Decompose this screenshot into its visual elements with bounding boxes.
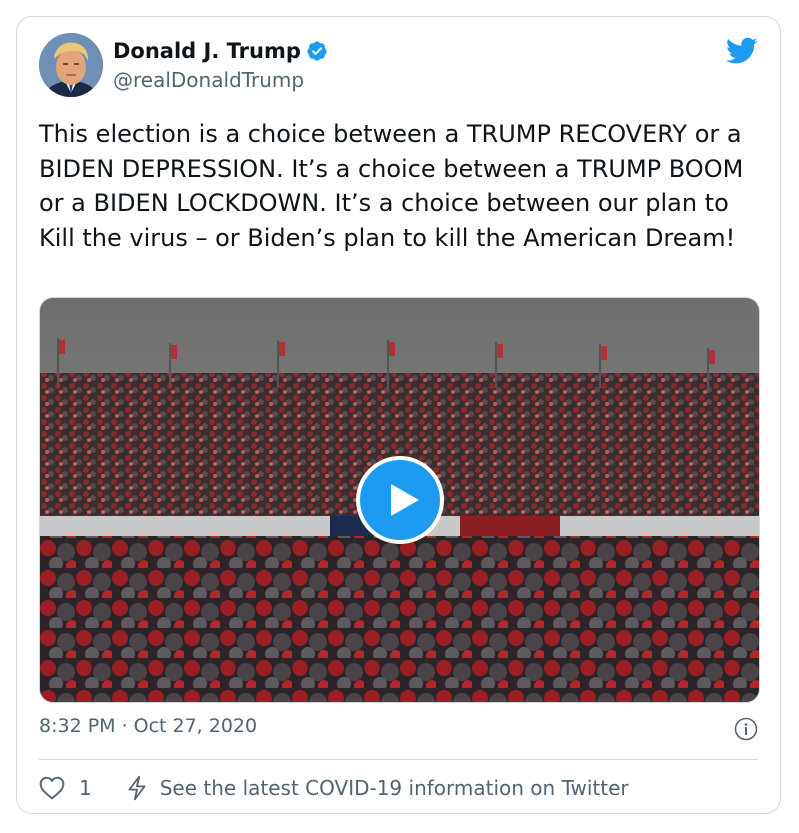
tweet-actions: 1 See the latest COVID-19 information on… [39,773,629,803]
tweet-time[interactable]: 8:32 PM [39,715,116,737]
heart-icon [39,776,65,800]
author-handle[interactable]: @realDonaldTrump [113,68,304,92]
twitter-bird-icon[interactable] [726,37,758,65]
display-name[interactable]: Donald J. Trump [113,39,301,63]
tweet-timestamp[interactable]: 8:32 PM · Oct 27, 2020 [39,715,257,737]
avatar[interactable] [39,33,103,97]
play-button[interactable] [355,456,444,544]
avatar-portrait [39,33,103,97]
info-icon[interactable] [734,717,758,741]
meta-separator: · [121,715,128,737]
covid-info-link[interactable]: See the latest COVID-19 information on T… [126,775,629,801]
tweet-date[interactable]: Oct 27, 2020 [134,715,258,737]
play-icon [390,484,419,516]
lightning-icon [128,775,146,801]
verified-badge-icon [307,41,327,61]
video-player[interactable] [39,297,760,703]
tweet-text: This election is a choice between a TRUM… [39,120,744,252]
divider [39,759,758,760]
like-button[interactable]: 1 [39,776,92,800]
tweet-card[interactable]: Donald J. Trump @realDonaldTrump This el… [16,16,781,814]
covid-info-text[interactable]: See the latest COVID-19 information on T… [160,776,629,800]
like-count: 1 [79,776,92,800]
author-name-row[interactable]: Donald J. Trump [113,39,328,63]
